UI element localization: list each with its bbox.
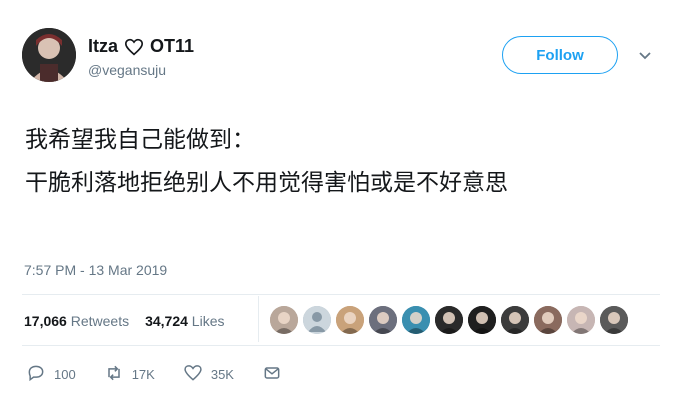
retweet-button[interactable]: 17K xyxy=(104,363,155,386)
follow-button[interactable]: Follow xyxy=(502,36,618,74)
envelope-icon xyxy=(262,363,282,386)
reply-icon xyxy=(26,363,46,386)
chevron-down-icon[interactable] xyxy=(638,48,652,60)
likes-stat[interactable]: 34,724 Likes xyxy=(145,313,224,329)
liker-avatar[interactable] xyxy=(336,306,364,334)
profile-avatar[interactable] xyxy=(22,28,76,82)
display-name-suffix[interactable]: OT11 xyxy=(150,36,194,57)
liker-avatar[interactable] xyxy=(435,306,463,334)
liker-avatar[interactable] xyxy=(501,306,529,334)
liker-avatars xyxy=(270,306,628,334)
liker-avatar[interactable] xyxy=(270,306,298,334)
stats-separator xyxy=(258,296,259,342)
direct-message-button[interactable] xyxy=(262,363,282,386)
liker-avatar[interactable] xyxy=(567,306,595,334)
like-count: 35K xyxy=(210,367,234,382)
divider xyxy=(22,345,660,346)
liker-avatar[interactable] xyxy=(369,306,397,334)
heart-icon xyxy=(124,38,144,56)
retweet-icon xyxy=(104,363,124,386)
tweet-stats: 17,066 Retweets 34,724 Likes xyxy=(24,313,224,329)
tweet-text: 我希望我自己能做到： 干脆利落地拒绝别人不用觉得害怕或是不好意思 xyxy=(25,118,508,204)
liker-avatar[interactable] xyxy=(468,306,496,334)
liker-avatar[interactable] xyxy=(402,306,430,334)
retweet-count: 17K xyxy=(131,367,155,382)
display-name[interactable]: Itza xyxy=(88,36,118,57)
likes-count: 34,724 xyxy=(145,313,188,329)
reply-button[interactable]: 100 xyxy=(26,363,76,386)
divider xyxy=(22,294,660,295)
tweet-actions: 100 17K 35K xyxy=(26,363,310,386)
retweets-stat[interactable]: 17,066 Retweets xyxy=(24,313,129,329)
liker-avatar[interactable] xyxy=(600,306,628,334)
tweet-text-line2: 干脆利落地拒绝别人不用觉得害怕或是不好意思 xyxy=(25,169,508,195)
likes-label: Likes xyxy=(191,313,225,329)
retweets-label: Retweets xyxy=(70,313,130,329)
like-button[interactable]: 35K xyxy=(183,363,234,386)
tweet-timestamp[interactable]: 7:57 PM - 13 Mar 2019 xyxy=(24,262,167,278)
user-handle[interactable]: @vegansuju xyxy=(88,62,166,78)
liker-avatar[interactable] xyxy=(534,306,562,334)
reply-count: 100 xyxy=(54,367,76,382)
like-heart-icon xyxy=(183,363,203,386)
tweet-text-line1: 我希望我自己能做到： xyxy=(25,126,255,152)
retweets-count: 17,066 xyxy=(24,313,67,329)
default-avatar-icon[interactable] xyxy=(303,306,331,334)
